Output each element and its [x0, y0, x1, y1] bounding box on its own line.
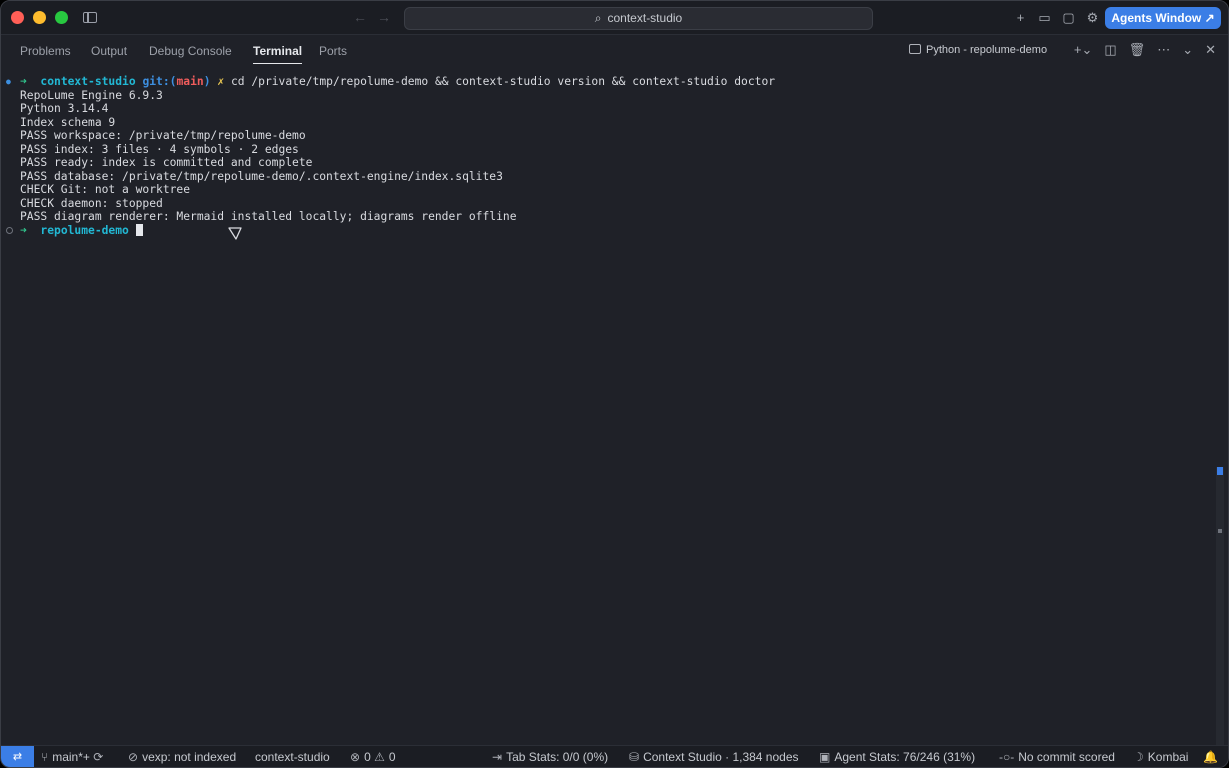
- terminal-output[interactable]: ● ➜ context-studio git:(main) ✗ cd /priv…: [1, 73, 1215, 745]
- database-icon: ⛁: [629, 750, 640, 764]
- gear-icon[interactable]: ⚙: [1085, 10, 1100, 25]
- not-indexed-icon: ⊘: [128, 750, 139, 764]
- output-line: PASS ready: index is committed and compl…: [20, 156, 313, 169]
- close-window-button[interactable]: [11, 11, 24, 24]
- app-window: ←→ ⌕ context-studio + ▭ ▢ ⚙ Agents Window…: [0, 0, 1229, 768]
- prompt-arrow-icon: ➜: [20, 75, 27, 88]
- context-studio-label: Context Studio · 1,384 nodes: [643, 750, 799, 764]
- command-success-marker: ●: [6, 77, 11, 86]
- prompt-branch: main: [176, 75, 204, 88]
- output-line: PASS diagram renderer: Mermaid installed…: [20, 210, 517, 223]
- status-problems[interactable]: ⊗ 0 ⚠ 0: [350, 750, 396, 764]
- command-line: ➜ context-studio git:(main) ✗ cd /privat…: [20, 75, 775, 89]
- status-vexp[interactable]: ⊘ vexp: not indexed: [128, 750, 236, 764]
- status-bar: ⇄ ⑂ main*+ ⟳ ⊘ vexp: not indexed context-s…: [1, 745, 1228, 767]
- output-line: Index schema 9: [20, 115, 116, 129]
- status-workspace[interactable]: context-studio: [255, 750, 330, 764]
- agents-window-button[interactable]: Agents Window ↗: [1105, 7, 1221, 29]
- prompt-dirty-mark: ✗: [217, 75, 225, 88]
- tab-problems[interactable]: Problems: [20, 44, 71, 58]
- moon-icon: ☽: [1133, 750, 1144, 764]
- minimize-window-button[interactable]: [33, 11, 46, 24]
- error-icon: ⊗: [350, 750, 361, 764]
- terminal-selector[interactable]: Python - repolume-demo: [909, 44, 1047, 56]
- terminal-name: Python - repolume-demo: [926, 44, 1048, 56]
- more-icon[interactable]: ⋯: [1157, 41, 1170, 59]
- split-terminal-icon[interactable]: ◫: [1104, 41, 1116, 59]
- status-agent-stats[interactable]: ▣ Agent Stats: 76/246 (31%): [819, 750, 975, 764]
- warning-icon: ⚠: [374, 750, 385, 764]
- panel-actions: +⌄ ◫ 🗑 ⋯ ⌄ ✕: [1074, 41, 1216, 59]
- panel-layout-icon[interactable]: ▭: [1037, 10, 1052, 25]
- new-terminal-icon[interactable]: +⌄: [1074, 41, 1092, 59]
- current-prompt: ➜ repolume-demo: [20, 224, 143, 238]
- status-theme[interactable]: ☽ Kombai: [1133, 750, 1188, 764]
- sidebar-toggle-icon[interactable]: [83, 12, 97, 23]
- trash-icon[interactable]: 🗑: [1129, 41, 1146, 59]
- forward-arrow-icon[interactable]: →: [377, 9, 401, 25]
- git-branch-icon: ⑂: [41, 750, 49, 764]
- vexp-label: vexp: not indexed: [142, 750, 237, 764]
- tab-stats-label: Tab Stats: 0/0 (0%): [506, 750, 609, 764]
- search-icon: ⌕: [594, 11, 602, 25]
- status-context-studio[interactable]: ⛁ Context Studio · 1,384 nodes: [629, 750, 799, 764]
- tab-debug-console[interactable]: Debug Console: [149, 44, 232, 58]
- tab-ports[interactable]: Ports: [319, 44, 347, 58]
- prompt-marker-icon: [6, 227, 13, 234]
- commit-icon: -○-: [999, 750, 1015, 764]
- nav-arrows: ←→: [353, 9, 401, 25]
- terminal-scrollbar[interactable]: [1216, 467, 1224, 747]
- plus-icon[interactable]: +: [1013, 10, 1028, 25]
- terminal-cursor: [135, 224, 143, 236]
- output-line: RepoLume Engine 6.9.3: [20, 88, 163, 102]
- output-line: PASS database: /private/tmp/repolume-dem…: [20, 169, 503, 183]
- prompt-arrow-icon: ➜: [20, 224, 27, 237]
- theme-label: Kombai: [1147, 750, 1189, 764]
- prompt-git-close: ): [203, 75, 211, 88]
- status-tab-stats[interactable]: ⇥ Tab Stats: 0/0 (0%): [492, 750, 608, 764]
- error-count: 0: [364, 750, 371, 764]
- terminal-icon: [909, 44, 921, 54]
- remote-indicator-icon[interactable]: ⇄: [1, 746, 34, 767]
- sync-icon[interactable]: ⟳: [93, 750, 103, 764]
- command-text: cd /private/tmp/repolume-demo && context…: [230, 75, 776, 88]
- warning-count: 0: [388, 750, 396, 764]
- chat-icon[interactable]: ▢: [1061, 10, 1076, 25]
- prompt-git-label: git:(: [142, 75, 177, 88]
- maximize-window-button[interactable]: [55, 11, 68, 24]
- title-bar: ←→ ⌕ context-studio + ▭ ▢ ⚙ Agents Window…: [1, 1, 1228, 35]
- mouse-pointer-icon: [228, 227, 242, 240]
- agent-stats-label: Agent Stats: 76/246 (31%): [834, 750, 976, 764]
- output-line: Python 3.14.4: [20, 102, 109, 115]
- panel-tab-bar: Problems Output Debug Console Terminal P…: [1, 35, 1228, 67]
- prompt-dir: context-studio: [40, 75, 136, 88]
- status-commit[interactable]: -○- No commit scored: [999, 750, 1115, 764]
- prompt-dir: repolume-demo: [40, 224, 129, 237]
- close-panel-icon[interactable]: ✕: [1205, 41, 1216, 59]
- chevron-down-icon[interactable]: ⌄: [1182, 41, 1193, 59]
- agent-stats-icon: ▣: [819, 750, 831, 764]
- tab-stats-icon: ⇥: [492, 750, 503, 764]
- titlebar-actions: + ▭ ▢ ⚙: [1013, 10, 1100, 25]
- output-line: PASS index: 3 files · 4 symbols · 2 edge…: [20, 142, 299, 156]
- command-center-label: context-studio: [607, 11, 683, 25]
- status-branch[interactable]: ⑂ main*+ ⟳: [41, 750, 107, 764]
- output-line: CHECK daemon: stopped: [20, 196, 163, 210]
- command-center-search[interactable]: ⌕ context-studio: [404, 7, 873, 30]
- commit-label: No commit scored: [1018, 750, 1115, 764]
- back-arrow-icon[interactable]: ←: [353, 9, 377, 25]
- tab-terminal[interactable]: Terminal: [253, 44, 303, 64]
- tab-output[interactable]: Output: [91, 44, 127, 58]
- notifications-bell-icon[interactable]: 🔔: [1203, 750, 1218, 764]
- branch-name: main*+: [52, 750, 90, 764]
- output-line: PASS workspace: /private/tmp/repolume-de…: [20, 129, 306, 142]
- output-line: CHECK Git: not a worktree: [20, 183, 191, 196]
